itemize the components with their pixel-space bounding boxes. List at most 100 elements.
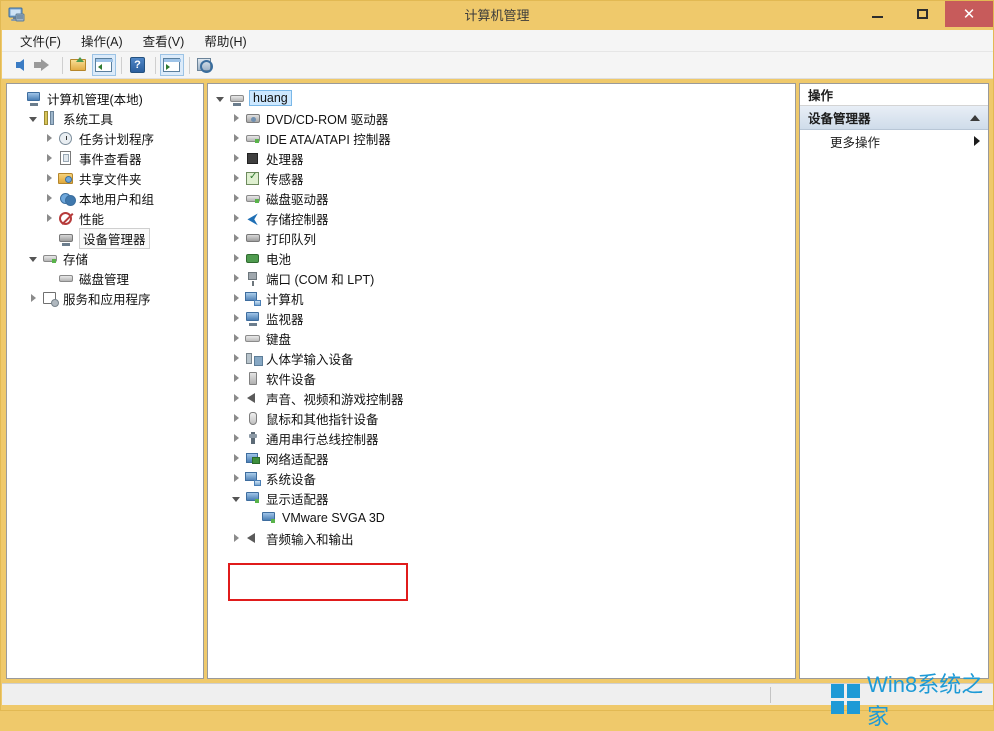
chevron-right-icon[interactable] — [228, 170, 244, 186]
tree-row[interactable]: 打印队列 — [212, 228, 795, 248]
chevron-right-icon[interactable] — [228, 230, 244, 246]
tree-item-label: 存储控制器 — [266, 212, 329, 227]
tree-row[interactable]: 鼠标和其他指针设备 — [212, 408, 795, 428]
menu-item-0[interactable]: 文件(F) — [10, 29, 71, 52]
minimize-button[interactable] — [855, 1, 900, 27]
tree-row[interactable]: 服务和应用程序 — [9, 288, 203, 308]
tree-row[interactable]: 事件查看器 — [9, 148, 203, 168]
tree-row[interactable]: IDE ATA/ATAPI 控制器 — [212, 128, 795, 148]
show-hide-tree-button[interactable] — [92, 54, 116, 76]
menu-item-2[interactable]: 查看(V) — [133, 29, 195, 52]
caret-up-icon[interactable] — [970, 114, 980, 121]
tree-row[interactable]: 磁盘管理 — [9, 268, 203, 288]
tree-row[interactable]: huang — [212, 88, 795, 108]
actions-pane[interactable]: 操作 设备管理器 更多操作 — [799, 83, 989, 679]
tree-item-label: VMware SVGA 3D — [282, 511, 385, 525]
chevron-right-icon[interactable] — [41, 210, 57, 226]
tree-row[interactable]: 人体学输入设备 — [212, 348, 795, 368]
chevron-right-icon[interactable] — [25, 290, 41, 306]
tree-row[interactable]: 计算机管理(本地) — [9, 88, 203, 108]
chevron-right-icon[interactable] — [228, 290, 244, 306]
tree-row[interactable]: 网络适配器 — [212, 448, 795, 468]
processor-icon — [244, 150, 262, 166]
chevron-down-icon[interactable] — [25, 250, 41, 266]
show-action-pane-button[interactable] — [160, 54, 184, 76]
tree-row[interactable]: 通用串行总线控制器 — [212, 428, 795, 448]
tree-item-label: 存储 — [63, 252, 89, 267]
chevron-right-icon[interactable] — [228, 210, 244, 226]
tree-row[interactable]: DVD/CD-ROM 驱动器 — [212, 108, 795, 128]
chevron-down-icon[interactable] — [25, 110, 41, 126]
tree-row[interactable]: 端口 (COM 和 LPT) — [212, 268, 795, 288]
tree-row[interactable]: 监视器 — [212, 308, 795, 328]
chevron-right-icon[interactable] — [228, 250, 244, 266]
tree-row[interactable]: 性能 — [9, 208, 203, 228]
chevron-right-icon[interactable] — [228, 110, 244, 126]
maximize-button[interactable] — [900, 1, 945, 27]
sensor-icon — [245, 171, 261, 186]
tree-row[interactable]: 共享文件夹 — [9, 168, 203, 188]
tree-row[interactable]: 键盘 — [212, 328, 795, 348]
chevron-right-icon[interactable] — [228, 310, 244, 326]
chevron-right-icon[interactable] — [228, 530, 244, 546]
tree-item-label: 计算机管理(本地) — [47, 92, 143, 107]
windows-logo-icon — [831, 684, 861, 714]
chevron-down-icon[interactable] — [212, 90, 228, 106]
chevron-right-icon[interactable] — [41, 150, 57, 166]
tree-row[interactable]: 任务计划程序 — [9, 128, 203, 148]
tree-row[interactable]: VMware SVGA 3D — [212, 508, 795, 528]
disk-management-icon — [57, 270, 75, 286]
tree-row[interactable]: 磁盘驱动器 — [212, 188, 795, 208]
tree-row[interactable]: 计算机 — [212, 288, 795, 308]
tree-row[interactable]: 存储 — [9, 248, 203, 268]
chevron-right-icon[interactable] — [228, 130, 244, 146]
tree-row[interactable]: 处理器 — [212, 148, 795, 168]
console-tree-pane[interactable]: 计算机管理(本地) 系统工具任务计划程序 事件查看器 共享文件夹 本地用户和组性能 设备管… — [6, 83, 204, 679]
tree-row[interactable]: 声音、视频和游戏控制器 — [212, 388, 795, 408]
chevron-down-icon[interactable] — [228, 490, 244, 506]
chevron-right-icon[interactable] — [228, 430, 244, 446]
chevron-right-icon[interactable] — [228, 370, 244, 386]
computer-management-window: 计算机管理 ✕ 文件(F) 操作(A) 查看(V) 帮助(H) ? 计算机管理(… — [0, 0, 994, 729]
up-folder-button[interactable] — [67, 54, 91, 76]
chevron-right-icon[interactable] — [228, 270, 244, 286]
forward-button[interactable] — [33, 54, 57, 76]
chevron-right-icon[interactable] — [228, 150, 244, 166]
chevron-right-icon[interactable] — [228, 330, 244, 346]
tree-item-label: 电池 — [266, 252, 292, 267]
tree-row[interactable]: 本地用户和组 — [9, 188, 203, 208]
tree-row[interactable]: 显示适配器 — [212, 488, 795, 508]
tree-row[interactable]: ⮜ 存储控制器 — [212, 208, 795, 228]
chevron-right-icon[interactable] — [41, 190, 57, 206]
disk-drive-icon — [244, 190, 262, 206]
device-manager-icon — [57, 230, 75, 246]
menu-item-1[interactable]: 操作(A) — [71, 29, 133, 52]
chevron-right-icon[interactable] — [228, 410, 244, 426]
device-tree-pane[interactable]: huang DVD/CD-ROM 驱动器 IDE ATA/ATAPI 控制器处理器传… — [207, 83, 796, 679]
tree-row[interactable]: 设备管理器 — [9, 227, 203, 249]
tree-row[interactable]: 系统设备 — [212, 468, 795, 488]
action-more-actions[interactable]: 更多操作 — [800, 130, 988, 152]
tree-item-label: 任务计划程序 — [79, 132, 155, 147]
chevron-right-icon[interactable] — [228, 390, 244, 406]
chevron-right-icon[interactable] — [41, 170, 57, 186]
properties-button[interactable] — [194, 54, 218, 76]
close-button[interactable]: ✕ — [945, 1, 993, 27]
actions-section-device-manager[interactable]: 设备管理器 — [800, 106, 988, 130]
tree-row[interactable]: 系统工具 — [9, 108, 203, 128]
chevron-right-icon[interactable] — [41, 130, 57, 146]
chevron-right-icon[interactable] — [228, 190, 244, 206]
chevron-right-icon[interactable] — [228, 350, 244, 366]
battery-icon — [244, 250, 262, 266]
chevron-right-icon[interactable] — [228, 470, 244, 486]
tree-item-label: 性能 — [79, 212, 105, 227]
tree-row[interactable]: 传感器 — [212, 168, 795, 188]
services-apps-icon — [42, 291, 59, 307]
tree-row[interactable]: 软件设备 — [212, 368, 795, 388]
chevron-right-icon[interactable] — [228, 450, 244, 466]
tree-row[interactable]: 电池 — [212, 248, 795, 268]
back-button[interactable] — [8, 54, 32, 76]
menu-item-3[interactable]: 帮助(H) — [194, 29, 256, 52]
help-button[interactable]: ? — [126, 54, 150, 76]
tree-row[interactable]: 音频输入和输出 — [212, 528, 795, 548]
